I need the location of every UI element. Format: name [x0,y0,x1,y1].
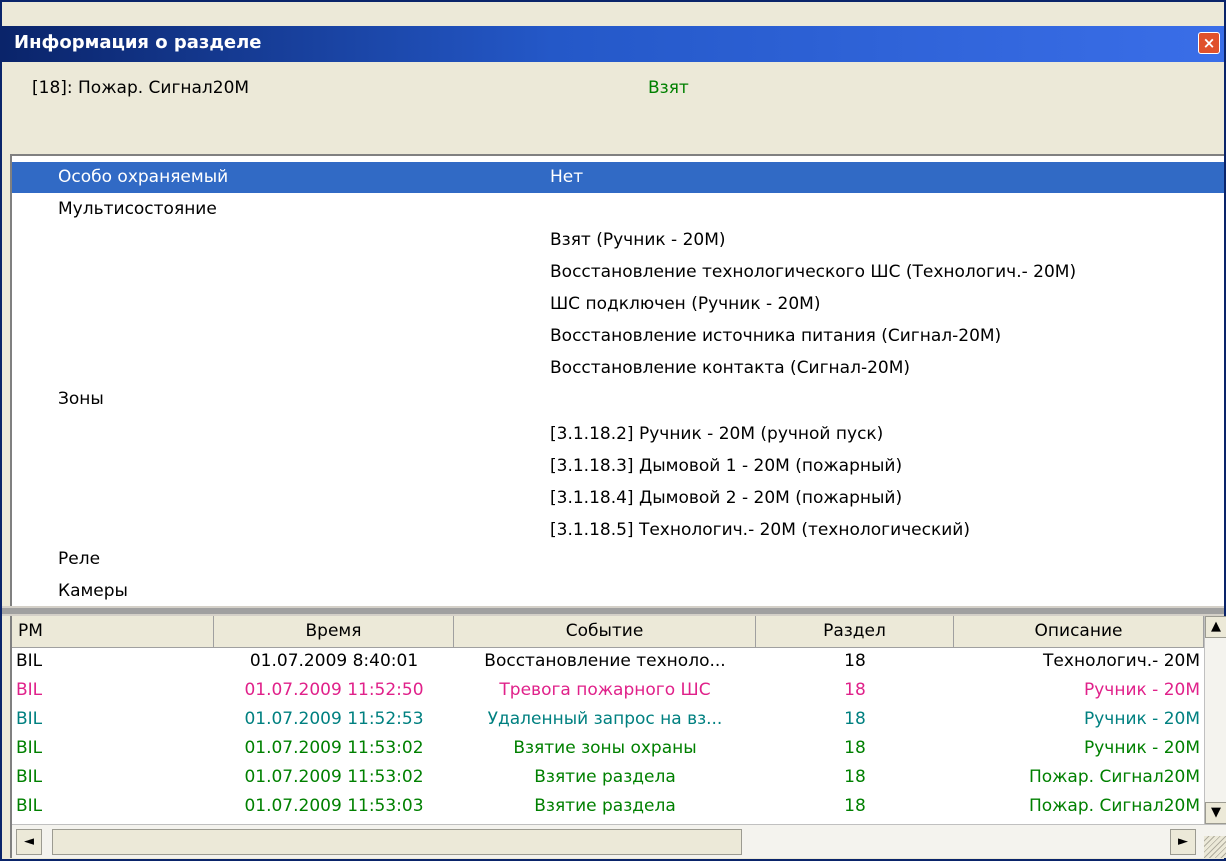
cell-time: 01.07.2009 11:52:53 [244,709,424,729]
cell-description: Ручник - 20М [1083,738,1200,758]
property-label: Реле [58,549,101,569]
table-row[interactable]: BIL 01.07.2009 11:53:03 Взятие раздела 18 По… [12,795,1204,817]
column-header-rm[interactable]: РМ [12,616,214,648]
cell-rm: BIL [16,738,43,758]
cell-section: 18 [844,651,866,671]
property-value: Нет [550,167,584,187]
arrow-left-icon: ◄ [24,834,34,849]
cell-time: 01.07.2009 11:53:02 [244,738,424,758]
table-row[interactable]: BIL 01.07.2009 11:53:02 Взятие зоны охраны… [12,737,1204,759]
property-row-zones[interactable]: Зоны [12,384,1224,415]
cell-time: 01.07.2009 11:53:02 [244,767,424,787]
close-button[interactable]: × [1198,32,1220,54]
scroll-up-button[interactable]: ▲ [1205,616,1226,638]
panel-splitter[interactable] [2,606,1224,616]
cell-time: 01.07.2009 8:40:01 [249,651,419,671]
multistate-value: Восстановление технологического ШС (Техн… [550,262,1077,282]
cell-section: 18 [844,796,866,816]
scroll-thumb[interactable] [52,829,742,855]
zone-value: [3.1.18.3] Дымовой 1 - 20М (пожарный) [550,456,903,476]
table-row[interactable]: BIL 01.07.2009 11:52:53 Удаленный запрос н… [12,708,1204,730]
multistate-value: Восстановление источника питания (Сигнал… [550,326,1002,346]
events-table[interactable]: РМ Время Событие Раздел Описание BIL 01.0… [10,616,1226,858]
cell-section: 18 [844,709,866,729]
cell-event: Восстановление техноло... [484,651,726,671]
arrow-up-icon: ▲ [1211,619,1221,634]
table-header: РМ Время Событие Раздел Описание [12,616,1204,648]
cell-rm: BIL [16,651,43,671]
zone-value: [3.1.18.4] Дымовой 2 - 20М (пожарный) [550,488,903,508]
scroll-left-button[interactable]: ◄ [16,829,42,855]
property-label: Особо охраняемый [58,167,229,187]
arrow-right-icon: ► [1178,834,1188,849]
cell-event: Взятие раздела [534,796,676,816]
cell-time: 01.07.2009 11:53:03 [244,796,424,816]
cell-description: Пожар. Сигнал20М [1028,796,1200,816]
zone-value: [3.1.18.5] Технологич.- 20М (технологиче… [550,520,970,540]
cell-section: 18 [844,680,866,700]
properties-list[interactable]: Особо охраняемый Нет Мультисостояние Взя… [10,154,1224,606]
cell-section: 18 [844,767,866,787]
cell-rm: BIL [16,796,43,816]
close-icon: × [1202,34,1216,52]
property-row-special-guard[interactable]: Особо охраняемый Нет [12,162,1224,193]
multistate-value: Восстановление контакта (Сигнал-20М) [550,358,911,378]
window-title: Информация о разделе [14,32,262,53]
property-label: Зоны [58,389,104,409]
zone-value: [3.1.18.2] Ручник - 20М (ручной пуск) [550,424,884,444]
cell-event: Взятие раздела [534,767,676,787]
cell-event: Тревога пожарного ШС [499,680,711,700]
title-bar[interactable]: Информация о разделе × [2,26,1224,62]
resize-grip-icon[interactable] [1204,836,1226,858]
cell-description: Ручник - 20М [1083,709,1200,729]
column-header-event[interactable]: Событие [454,616,756,648]
cell-description: Ручник - 20М [1083,680,1200,700]
vertical-scrollbar[interactable]: ▲ ▼ [1204,616,1226,824]
scroll-down-button[interactable]: ▼ [1205,802,1226,824]
cell-section: 18 [844,738,866,758]
cell-description: Технологич.- 20М [1043,651,1200,671]
cell-rm: BIL [16,767,43,787]
multistate-value: ШС подключен (Ручник - 20М) [550,294,821,314]
horizontal-scrollbar[interactable]: ◄ ► [12,824,1226,858]
property-label: Камеры [58,581,128,601]
section-status: Взят [648,78,689,98]
table-row[interactable]: BIL 01.07.2009 11:53:02 Взятие раздела 18 По… [12,766,1204,788]
property-row-multistate[interactable]: Мультисостояние [12,194,1224,225]
arrow-down-icon: ▼ [1211,805,1221,820]
column-header-description[interactable]: Описание [954,616,1204,648]
section-summary: [18]: Пожар. Сигнал20М Взят [2,62,1224,154]
property-row-cameras[interactable]: Камеры [12,576,1224,607]
cell-rm: BIL [16,709,43,729]
table-row[interactable]: BIL 01.07.2009 11:52:50 Тревога пожарного … [12,679,1204,701]
cell-rm: BIL [16,680,43,700]
section-name: [18]: Пожар. Сигнал20М [32,78,250,98]
scroll-right-button[interactable]: ► [1170,829,1196,855]
cell-event: Удаленный запрос на вз... [487,709,723,729]
multistate-value: Взят (Ручник - 20М) [550,230,726,250]
property-label: Мультисостояние [58,199,217,219]
cell-time: 01.07.2009 11:52:50 [244,680,424,700]
column-header-time[interactable]: Время [214,616,454,648]
table-row[interactable]: BIL 01.07.2009 8:40:01 Восстановление техн… [12,650,1204,672]
cell-event: Взятие зоны охраны [513,738,697,758]
property-row-relay[interactable]: Реле [12,544,1224,575]
section-info-window: Информация о разделе × [18]: Пожар. Сигн… [0,0,1226,861]
cell-description: Пожар. Сигнал20М [1028,767,1200,787]
column-header-section[interactable]: Раздел [756,616,954,648]
